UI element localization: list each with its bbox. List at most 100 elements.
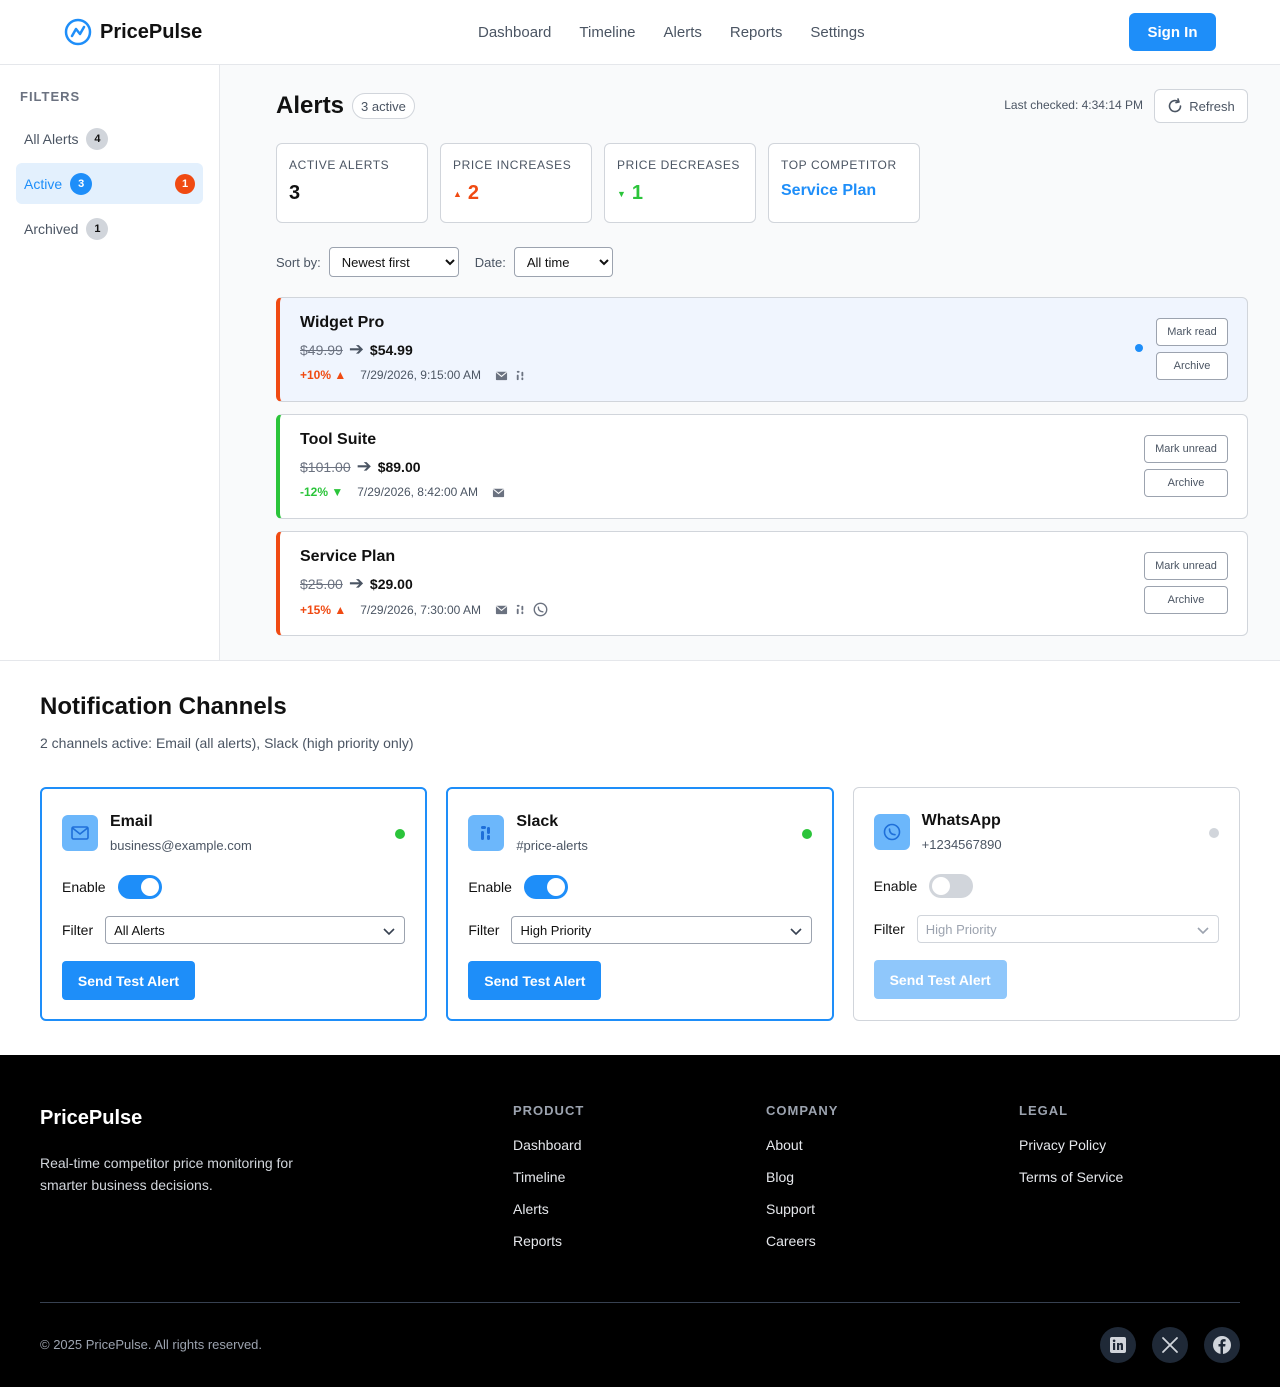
filter-select[interactable]: All Alerts xyxy=(105,916,406,944)
alert-meta: +10% ▲ 7/29/2026, 9:15:00 AM xyxy=(300,368,1227,382)
channel-detail: business@example.com xyxy=(110,838,252,853)
footer-link[interactable]: Blog xyxy=(766,1170,838,1185)
mark-unread-button[interactable]: Mark unread xyxy=(1144,552,1228,580)
sort-select[interactable]: Newest first xyxy=(328,247,459,277)
enable-toggle[interactable] xyxy=(523,875,568,899)
linkedin-icon[interactable] xyxy=(1100,1327,1136,1363)
x-twitter-icon[interactable] xyxy=(1152,1327,1188,1363)
sidebar-item-all-alerts[interactable]: All Alerts 4 xyxy=(16,118,203,159)
sidebar-item-archived[interactable]: Archived 1 xyxy=(16,208,203,249)
stat-label: TOP COMPETITOR xyxy=(781,158,897,172)
filter-select[interactable]: High Priority xyxy=(916,915,1219,943)
unread-badge: 1 xyxy=(175,173,195,194)
enable-label: Enable xyxy=(873,878,918,894)
alert-card[interactable]: Service Plan $25.00 ➔ $29.00 +15% ▲ 7/29… xyxy=(276,531,1248,636)
stat-label: PRICE INCREASES xyxy=(453,158,572,172)
mark-unread-button[interactable]: Mark unread xyxy=(1144,435,1228,463)
channel-icons xyxy=(495,369,527,382)
footer-link[interactable]: Alerts xyxy=(513,1202,584,1217)
filter-label: Filter xyxy=(873,921,905,937)
alert-product-name: Service Plan xyxy=(300,548,396,565)
alert-timestamp: 7/29/2026, 8:42:00 AM xyxy=(357,485,478,499)
channels-subtitle: 2 channels active: Email (all alerts), S… xyxy=(40,735,414,751)
footer-link[interactable]: Privacy Policy xyxy=(1019,1138,1123,1153)
channel-cards: Email business@example.com Enable Filter… xyxy=(40,787,1240,1021)
slack-icon xyxy=(516,604,524,615)
footer-link[interactable]: Reports xyxy=(513,1234,584,1249)
stats-row: ACTIVE ALERTS 3 PRICE INCREASES ▲ 2 PRIC… xyxy=(276,143,1248,223)
copyright-text: © 2025 PricePulse. All rights reserved. xyxy=(40,1337,263,1352)
alerts-list: Widget Pro $49.99 ➔ $54.99 +10% ▲ 7/29/2… xyxy=(276,297,1248,636)
alert-meta: -12% ▼ 7/29/2026, 8:42:00 AM xyxy=(300,485,1227,499)
sort-filters: Sort by: Newest first Date: All time xyxy=(276,247,1248,277)
footer-col-title: PRODUCT xyxy=(513,1103,585,1118)
footer-link[interactable]: Careers xyxy=(766,1234,838,1249)
date-select[interactable]: All time xyxy=(513,247,613,277)
main-nav: Dashboard Timeline Alerts Reports Settin… xyxy=(478,0,865,64)
refresh-button[interactable]: Refresh xyxy=(1154,89,1248,123)
filters-sidebar: FILTERS All Alerts 4 Active 3 1 Archived… xyxy=(0,65,220,660)
brand-logo[interactable]: PricePulse xyxy=(64,18,202,46)
alert-timestamp: 7/29/2026, 9:15:00 AM xyxy=(360,368,482,382)
sidebar-item-label: Active xyxy=(24,175,63,192)
filter-select[interactable]: High Priority xyxy=(511,916,812,944)
arrow-down-icon: ▼ xyxy=(617,188,626,199)
filter-label: Filter xyxy=(62,922,94,938)
status-dot xyxy=(1208,828,1219,838)
new-price: $29.00 xyxy=(369,575,413,592)
nav-alerts[interactable]: Alerts xyxy=(664,24,702,41)
enable-toggle[interactable] xyxy=(117,875,162,899)
alert-card[interactable]: Widget Pro $49.99 ➔ $54.99 +10% ▲ 7/29/2… xyxy=(276,297,1248,402)
nav-dashboard[interactable]: Dashboard xyxy=(478,24,551,41)
pulse-logo-icon xyxy=(64,18,92,46)
nav-reports[interactable]: Reports xyxy=(730,24,783,41)
price-change: -12% ▼ xyxy=(300,485,344,499)
enable-toggle[interactable] xyxy=(929,874,974,898)
send-test-alert-button[interactable]: Send Test Alert xyxy=(62,961,195,1000)
filter-value: High Priority xyxy=(520,922,592,938)
chevron-down-icon xyxy=(383,928,395,936)
archive-button[interactable]: Archive xyxy=(1144,586,1228,614)
channel-card-email: Email business@example.com Enable Filter… xyxy=(40,787,428,1021)
email-icon xyxy=(495,371,508,380)
old-price: $101.00 xyxy=(300,458,351,475)
slack-icon xyxy=(516,370,524,380)
alert-actions: Mark read Archive xyxy=(1156,318,1228,380)
sign-in-button[interactable]: Sign In xyxy=(1129,13,1216,51)
channel-detail: +1234567890 xyxy=(921,837,1002,852)
email-icon xyxy=(495,605,508,615)
archive-button[interactable]: Archive xyxy=(1156,352,1228,380)
alert-prices: $25.00 ➔ $29.00 xyxy=(300,573,1227,594)
alert-actions: Mark unread Archive xyxy=(1144,435,1228,497)
whatsapp-icon xyxy=(873,814,910,850)
old-price: $25.00 xyxy=(300,575,343,592)
alert-card[interactable]: Tool Suite $101.00 ➔ $89.00 -12% ▼ 7/29/… xyxy=(276,414,1248,519)
enable-label: Enable xyxy=(62,879,106,895)
channel-icons xyxy=(492,486,505,499)
unread-dot xyxy=(1135,344,1143,352)
top-header: PricePulse Dashboard Timeline Alerts Rep… xyxy=(0,0,1280,65)
footer-link[interactable]: Terms of Service xyxy=(1019,1170,1123,1185)
sidebar-item-active[interactable]: Active 3 1 xyxy=(16,163,203,204)
count-badge: 1 xyxy=(86,217,109,240)
stat-value: 1 xyxy=(631,182,644,204)
footer-link[interactable]: Timeline xyxy=(513,1170,584,1185)
facebook-icon[interactable] xyxy=(1204,1327,1240,1363)
stat-active-alerts: ACTIVE ALERTS 3 xyxy=(276,143,428,223)
arrow-up-icon: ▲ xyxy=(453,188,462,199)
sidebar-item-label: Archived xyxy=(24,220,79,237)
footer-link[interactable]: Support xyxy=(766,1202,838,1217)
nav-timeline[interactable]: Timeline xyxy=(579,24,635,41)
send-test-alert-button[interactable]: Send Test Alert xyxy=(873,960,1007,999)
channel-card-slack: Slack #price-alerts Enable Filter High P… xyxy=(446,787,834,1021)
footer-col-legal: LEGAL Privacy Policy Terms of Service xyxy=(1019,1103,1123,1185)
footer-link[interactable]: Dashboard xyxy=(513,1138,584,1153)
channel-name: Email xyxy=(110,813,153,830)
footer-link[interactable]: About xyxy=(766,1138,838,1153)
channel-card-whatsapp: WhatsApp +1234567890 Enable Filter High … xyxy=(852,787,1240,1021)
mark-read-button[interactable]: Mark read xyxy=(1156,318,1228,346)
archive-button[interactable]: Archive xyxy=(1144,469,1228,497)
nav-settings[interactable]: Settings xyxy=(810,24,864,41)
refresh-label: Refresh xyxy=(1189,98,1235,114)
send-test-alert-button[interactable]: Send Test Alert xyxy=(468,961,602,1000)
